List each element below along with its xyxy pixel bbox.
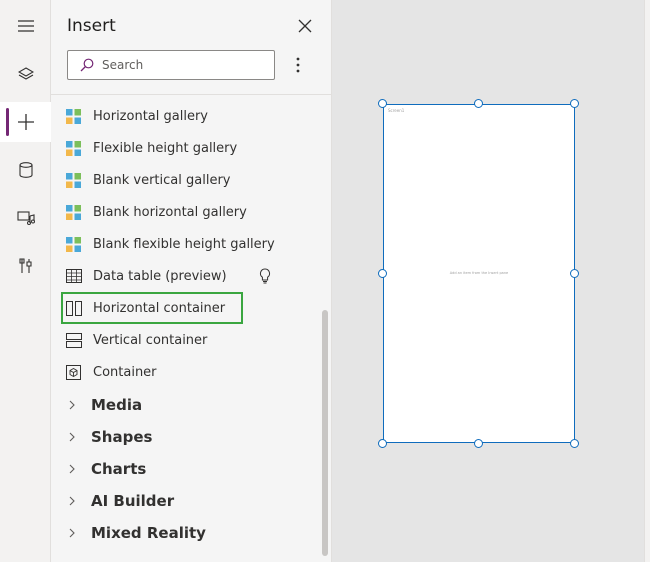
list-item-flexible-height-gallery[interactable]: Flexible height gallery xyxy=(59,132,315,164)
group-label: AI Builder xyxy=(91,492,175,510)
gallery-icon xyxy=(65,108,82,125)
resize-handle-top-left[interactable] xyxy=(378,99,387,108)
list-item-blank-vertical-gallery[interactable]: Blank vertical gallery xyxy=(59,164,315,196)
group-ai-builder[interactable]: AI Builder xyxy=(65,485,305,517)
tree-view-button[interactable] xyxy=(0,54,51,94)
list-item-container[interactable]: Container xyxy=(59,356,315,388)
design-canvas[interactable]: Screen1 Add an item from the Insert pane xyxy=(332,0,644,562)
group-label: Shapes xyxy=(91,428,153,446)
list-item-blank-horizontal-gallery[interactable]: Blank horizontal gallery xyxy=(59,196,315,228)
list-item-label: Blank flexible height gallery xyxy=(93,236,275,252)
list-item-horizontal-gallery[interactable]: Horizontal gallery xyxy=(59,100,315,132)
hamburger-icon xyxy=(17,20,34,32)
data-button[interactable] xyxy=(0,150,51,190)
group-mixed-reality[interactable]: Mixed Reality xyxy=(65,517,305,549)
database-icon xyxy=(18,162,33,178)
resize-handle-right[interactable] xyxy=(570,269,579,278)
list-item-blank-flexible-height-gallery[interactable]: Blank flexible height gallery xyxy=(59,228,315,260)
lightbulb-icon[interactable] xyxy=(259,268,271,288)
close-icon xyxy=(298,19,312,33)
chevron-right-icon xyxy=(65,400,79,410)
insert-pane: Insert Horizontal gallery Flexible heigh… xyxy=(51,0,332,562)
group-label: Mixed Reality xyxy=(91,524,206,542)
list-item-label: Data table (preview) xyxy=(93,268,227,284)
tools-icon xyxy=(18,258,32,273)
list-item-horizontal-container[interactable]: Horizontal container xyxy=(61,292,243,324)
list-item-label: Flexible height gallery xyxy=(93,140,238,156)
left-rail xyxy=(0,0,51,562)
container-icon xyxy=(65,364,82,381)
plus-icon xyxy=(17,114,34,130)
list-item-label: Blank horizontal gallery xyxy=(93,204,247,220)
search-icon xyxy=(80,58,94,72)
pane-divider xyxy=(51,94,332,95)
resize-handle-left[interactable] xyxy=(378,269,387,278)
list-item-label: Blank vertical gallery xyxy=(93,172,231,188)
gallery-icon xyxy=(65,236,82,253)
list-item-label: Container xyxy=(93,364,157,380)
gallery-icon xyxy=(65,172,82,189)
media-icon xyxy=(16,211,35,225)
gallery-icon xyxy=(65,140,82,157)
group-charts[interactable]: Charts xyxy=(65,453,305,485)
menu-button[interactable] xyxy=(0,6,51,46)
chevron-right-icon xyxy=(65,496,79,506)
list-item-vertical-container[interactable]: Vertical container xyxy=(59,324,315,356)
search-box xyxy=(67,50,275,80)
resize-handle-bottom[interactable] xyxy=(474,439,483,448)
screen-label: Screen1 xyxy=(388,108,405,113)
list-item-label: Vertical container xyxy=(93,332,208,348)
resize-handle-bottom-left[interactable] xyxy=(378,439,387,448)
tools-button[interactable] xyxy=(0,246,51,286)
vertical-container-icon xyxy=(65,332,82,349)
scrollbar-thumb[interactable] xyxy=(322,310,328,556)
more-vertical-icon xyxy=(296,57,300,73)
layers-icon xyxy=(17,67,34,80)
search-input[interactable] xyxy=(102,58,262,72)
insert-button[interactable] xyxy=(0,102,51,142)
list-item-data-table[interactable]: Data table (preview) xyxy=(59,260,315,292)
table-icon xyxy=(65,268,82,285)
properties-pane-edge xyxy=(644,0,650,562)
screen-preview[interactable]: Screen1 Add an item from the Insert pane xyxy=(383,104,575,443)
list-item-label: Horizontal container xyxy=(93,300,226,316)
resize-handle-top-right[interactable] xyxy=(570,99,579,108)
resize-handle-bottom-right[interactable] xyxy=(570,439,579,448)
more-options-button[interactable] xyxy=(289,54,307,76)
horizontal-container-icon xyxy=(65,300,82,317)
group-label: Media xyxy=(91,396,143,414)
chevron-right-icon xyxy=(65,432,79,442)
media-button[interactable] xyxy=(0,198,51,238)
group-media[interactable]: Media xyxy=(65,389,305,421)
list-item-label: Horizontal gallery xyxy=(93,108,208,124)
resize-handle-top[interactable] xyxy=(474,99,483,108)
close-pane-button[interactable] xyxy=(295,16,315,36)
pane-scrollbar[interactable] xyxy=(322,310,329,556)
chevron-right-icon xyxy=(65,464,79,474)
gallery-icon xyxy=(65,204,82,221)
group-label: Charts xyxy=(91,460,147,478)
pane-title: Insert xyxy=(67,16,116,36)
group-shapes[interactable]: Shapes xyxy=(65,421,305,453)
chevron-right-icon xyxy=(65,528,79,538)
screen-hint: Add an item from the Insert pane xyxy=(449,271,509,275)
